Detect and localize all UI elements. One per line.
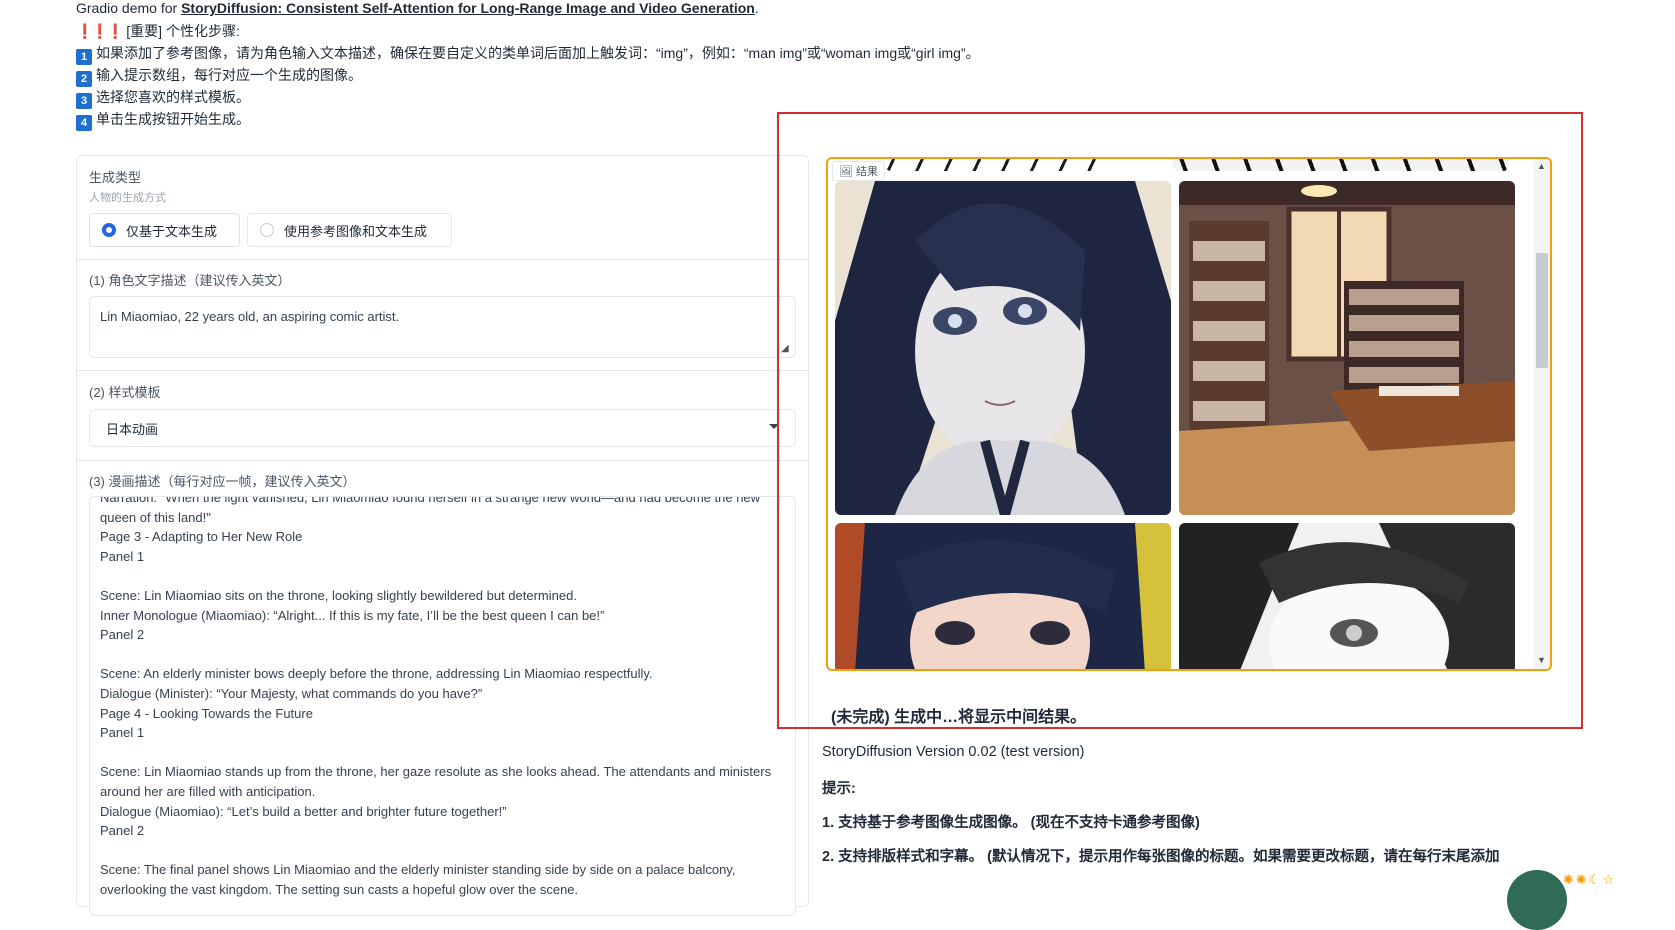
comic-desc-line bbox=[100, 743, 790, 763]
step-item-2: 2 输入提示数组，每行对应一个生成的图像。 bbox=[76, 65, 362, 87]
comic-desc-line: around her are filled with anticipation. bbox=[100, 783, 316, 799]
number-1-icon: 1 bbox=[76, 49, 92, 65]
style-label: (2) 样式模板 bbox=[89, 385, 161, 400]
result-gallery[interactable]: 🖼 结果 ▲ ▼ bbox=[826, 157, 1552, 671]
image-icon: 🖼 bbox=[839, 166, 857, 178]
comic-desc-textarea[interactable]: Narration: "When the light vanished, Lin… bbox=[89, 496, 796, 916]
number-4-icon: 4 bbox=[76, 115, 92, 131]
comic-desc-line: Scene: The final panel shows Lin Miaomia… bbox=[100, 862, 736, 878]
gallery-image-4[interactable] bbox=[1179, 523, 1515, 669]
comic-desc-line: Dialogue (Minister): “Your Majesty, what… bbox=[100, 685, 483, 701]
radio-unselected-icon bbox=[260, 223, 274, 237]
divider bbox=[77, 259, 808, 260]
char-desc-value: Lin Miaomiao, 22 years old, an aspiring … bbox=[100, 309, 400, 324]
gen-type-sublabel: 人物的生成方式 bbox=[89, 192, 166, 204]
sun-icon: ✺ bbox=[1575, 872, 1589, 887]
style-dropdown[interactable]: 日本动画 bbox=[89, 409, 796, 447]
divider bbox=[77, 370, 808, 371]
room-scene bbox=[1179, 181, 1515, 515]
comic-desc-line: Panel 2 bbox=[100, 627, 145, 643]
tips-title: 提示: bbox=[822, 781, 856, 797]
step-item-4: 4 单击生成按钮开始生成。 bbox=[76, 109, 250, 131]
tip-1: 1. 支持基于参考图像生成图像。 (现在不支持卡通参考图像) bbox=[822, 815, 1200, 831]
steps-title: ❗❗❗ [重要] 个性化步骤: bbox=[76, 23, 240, 39]
radio-selected-icon bbox=[102, 223, 116, 237]
comic-desc-line: Panel 1 bbox=[100, 725, 145, 741]
exclamation-icon: ❗❗❗ bbox=[76, 23, 124, 39]
gallery-image-2[interactable] bbox=[1179, 181, 1515, 515]
scroll-down-icon[interactable]: ▼ bbox=[1537, 655, 1546, 665]
paper-link[interactable]: StoryDiffusion: Consistent Self-Attentio… bbox=[181, 0, 755, 16]
style-selected-value: 日本动画 bbox=[106, 421, 159, 437]
moon-icon: ☾ bbox=[1588, 872, 1603, 887]
gallery-label: 🖼 结果 bbox=[832, 161, 886, 181]
input-panel: 生成类型 人物的生成方式 仅基于文本生成 使用参考图像和文本生成 (1) 角色文… bbox=[76, 155, 809, 916]
gallery-scrollbar[interactable]: ▲ ▼ bbox=[1534, 159, 1550, 669]
comic-desc-line: overlooking the vast kingdom. The settin… bbox=[100, 881, 579, 897]
scroll-thumb[interactable] bbox=[1536, 253, 1548, 368]
comic-desc-lines: Narration: "When the light vanished, Lin… bbox=[100, 496, 790, 899]
comic-desc-line: Scene: An elderly minister bows deeply b… bbox=[100, 666, 653, 682]
gallery-image-partial[interactable] bbox=[1173, 159, 1509, 171]
generation-status: (未完成) 生成中…将显示中间结果。 bbox=[831, 709, 1087, 726]
gallery-image-1[interactable] bbox=[835, 181, 1171, 515]
comic-desc-line: Inner Monologue (Miaomiao): “Alright... … bbox=[100, 607, 605, 623]
anime-girl-sketch bbox=[1179, 523, 1515, 669]
gallery-image-3[interactable] bbox=[835, 523, 1171, 669]
sun-icon: ✺ bbox=[1563, 872, 1576, 887]
comic-desc-line: Panel 1 bbox=[100, 548, 145, 564]
gallery-image-partial[interactable] bbox=[885, 159, 1117, 171]
step-item-1: 1 如果添加了参考图像，请为角色输入文本描述，确保在要自定义的类单词后面加上触发词… bbox=[76, 43, 980, 65]
gen-type-label: 生成类型 bbox=[89, 170, 142, 185]
number-3-icon: 3 bbox=[76, 93, 92, 109]
comic-desc-line bbox=[100, 566, 790, 586]
anime-girl-color bbox=[835, 523, 1171, 669]
comic-desc-label: (3) 漫画描述（每行对应一帧，建议传入英文） bbox=[89, 474, 356, 489]
demo-intro: Gradio demo for StoryDiffusion: Consiste… bbox=[76, 0, 759, 16]
step-item-3: 3 选择您喜欢的样式模板。 bbox=[76, 87, 250, 109]
status-icons: ✺✺☾☆ bbox=[1563, 872, 1616, 888]
char-desc-label: (1) 角色文字描述（建议传入英文） bbox=[89, 273, 291, 288]
comic-desc-line bbox=[100, 841, 790, 861]
comic-desc-line: Dialogue (Miaomiao): “Let’s build a bett… bbox=[100, 803, 507, 819]
radio-text-only[interactable]: 仅基于文本生成 bbox=[89, 213, 240, 247]
star-icon: ☆ bbox=[1602, 872, 1617, 887]
comic-desc-line: Panel 2 bbox=[100, 823, 145, 839]
comic-desc-line: Page 3 - Adapting to Her New Role bbox=[100, 529, 303, 545]
comic-desc-line: queen of this land!" bbox=[100, 509, 211, 525]
comic-desc-line: Page 4 - Looking Towards the Future bbox=[100, 705, 313, 721]
version-text: StoryDiffusion Version 0.02 (test versio… bbox=[822, 744, 1085, 760]
number-2-icon: 2 bbox=[76, 71, 92, 87]
anime-girl-portrait bbox=[835, 181, 1171, 515]
comic-desc-line bbox=[100, 645, 790, 665]
comic-desc-line: Narration: "When the light vanished, Lin… bbox=[100, 496, 761, 505]
divider bbox=[77, 460, 808, 461]
tip-2: 2. 支持排版样式和字幕。 (默认情况下，提示用作每张图像的标题。如果需要更改标… bbox=[822, 849, 1500, 865]
comic-desc-line: Scene: Lin Miaomiao sits on the throne, … bbox=[100, 587, 577, 603]
scroll-up-icon[interactable]: ▲ bbox=[1537, 161, 1546, 171]
char-desc-textarea[interactable]: Lin Miaomiao, 22 years old, an aspiring … bbox=[89, 296, 796, 358]
comic-desc-line: Scene: Lin Miaomiao stands up from the t… bbox=[100, 764, 772, 780]
radio-ref-image[interactable]: 使用参考图像和文本生成 bbox=[247, 213, 452, 247]
avatar[interactable] bbox=[1507, 870, 1567, 930]
